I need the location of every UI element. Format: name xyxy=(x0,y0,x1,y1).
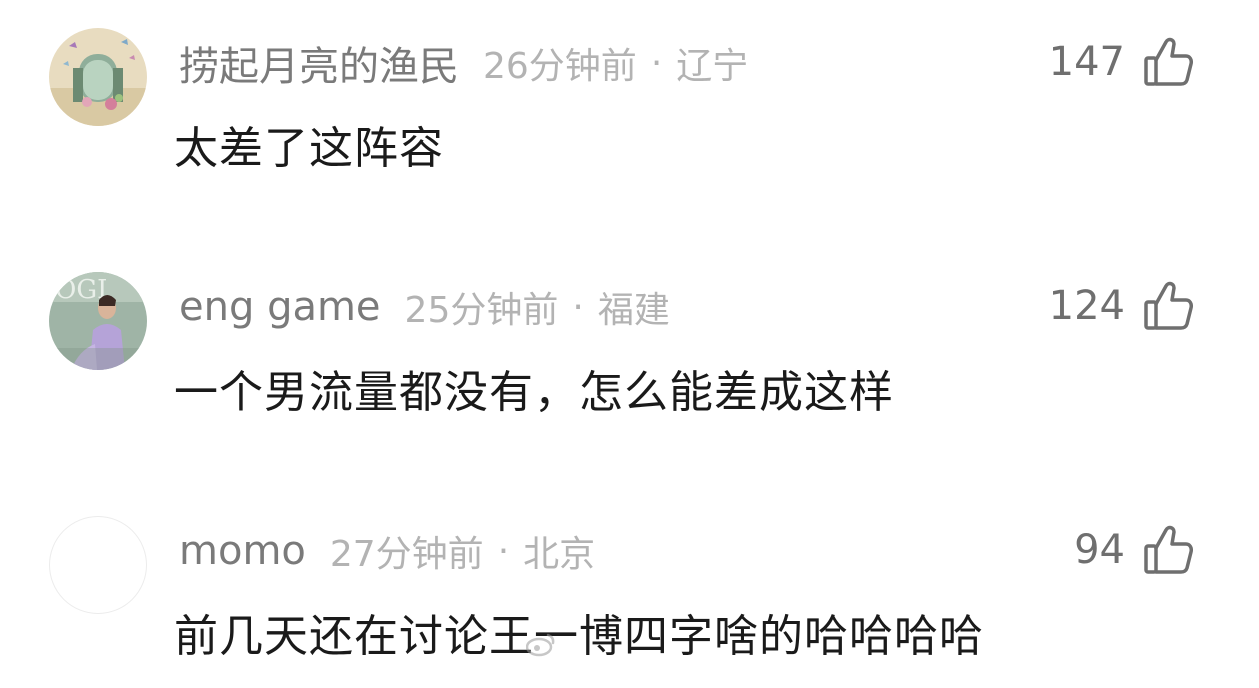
avatar[interactable]: OGI xyxy=(49,272,147,370)
username[interactable]: eng game xyxy=(179,284,381,330)
like-count: 147 xyxy=(1048,39,1125,85)
butterfly-window-avatar-icon xyxy=(49,28,147,126)
username[interactable]: 捞起月亮的渔民 xyxy=(179,34,459,92)
comment-item: 捞起月亮的渔民 26分钟前 · 辽宁 147 太差了这阵容 xyxy=(0,0,1259,200)
comment-text: 一个男流量都没有，怎么能差成这样 xyxy=(174,367,894,418)
weibo-icon xyxy=(525,631,556,661)
comment-location: 福建 xyxy=(597,290,670,331)
thumbs-up-icon[interactable] xyxy=(1143,524,1193,576)
comment-meta: momo 27分钟前 · 北京 xyxy=(179,526,595,576)
watermark xyxy=(525,626,736,666)
comment-text: 太差了这阵容 xyxy=(174,123,444,174)
username[interactable]: momo xyxy=(179,528,306,574)
avatar[interactable] xyxy=(49,516,147,614)
like-count: 124 xyxy=(1048,283,1125,329)
thumbs-up-icon[interactable] xyxy=(1143,280,1193,332)
like-count: 94 xyxy=(1074,527,1125,573)
meta-separator: · xyxy=(650,42,663,84)
comment-location: 北京 xyxy=(523,534,596,575)
meta-separator: · xyxy=(572,286,584,328)
like-button[interactable]: 147 xyxy=(1049,34,1193,90)
comment-item: OGI eng game 25分钟前 · 福建 124 一个男流量都没有，怎么能… xyxy=(0,244,1259,444)
like-button[interactable]: 124 xyxy=(1049,278,1193,334)
avatar[interactable] xyxy=(49,28,147,126)
comment-location: 辽宁 xyxy=(676,46,749,87)
comment-time: 25分钟前 xyxy=(404,290,559,331)
comment-time: 27分钟前 xyxy=(329,534,484,575)
vogue-cover-avatar-icon: OGI xyxy=(49,272,147,370)
meta-separator: · xyxy=(497,530,510,572)
thumbs-up-icon[interactable] xyxy=(1143,36,1193,88)
comment-meta: 捞起月亮的渔民 26分钟前 · 辽宁 xyxy=(179,38,749,91)
like-button[interactable]: 94 xyxy=(1074,522,1193,578)
comment-time: 26分钟前 xyxy=(483,46,637,87)
comment-meta: eng game 25分钟前 · 福建 xyxy=(179,282,670,332)
